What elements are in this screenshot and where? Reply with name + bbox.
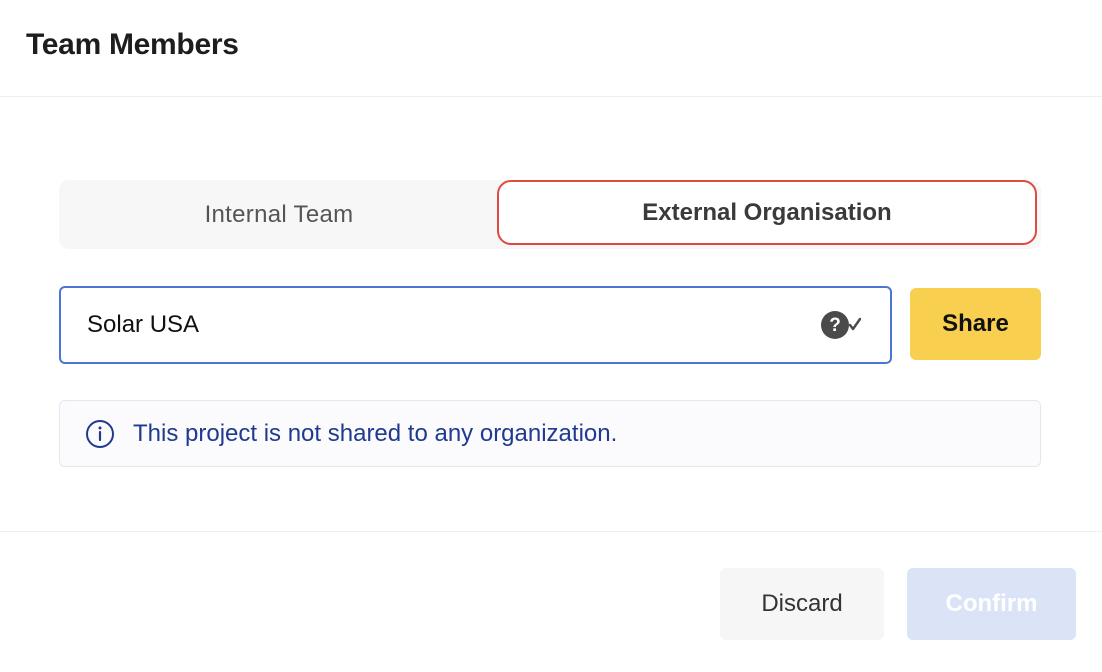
help-check-icon[interactable]: ? <box>820 310 864 340</box>
svg-text:?: ? <box>829 315 841 336</box>
dialog-title: Team Members <box>26 28 239 61</box>
dialog-header: Team Members <box>0 0 1102 97</box>
organisation-search-input[interactable]: Solar USA ? <box>59 286 892 364</box>
organisation-search-value[interactable]: Solar USA <box>87 311 820 339</box>
team-members-dialog: Team Members Internal Team External Orga… <box>0 0 1102 672</box>
info-message: This project is not shared to any organi… <box>133 419 618 447</box>
info-banner: This project is not shared to any organi… <box>59 400 1041 467</box>
info-icon <box>85 419 115 449</box>
confirm-button[interactable]: Confirm <box>907 568 1076 640</box>
footer-divider <box>0 531 1102 532</box>
tab-bar: Internal Team External Organisation <box>59 180 1041 249</box>
tab-internal-team[interactable]: Internal Team <box>59 180 499 249</box>
discard-button[interactable]: Discard <box>720 568 884 640</box>
tab-external-organisation[interactable]: External Organisation <box>497 180 1037 245</box>
share-button[interactable]: Share <box>910 288 1041 360</box>
